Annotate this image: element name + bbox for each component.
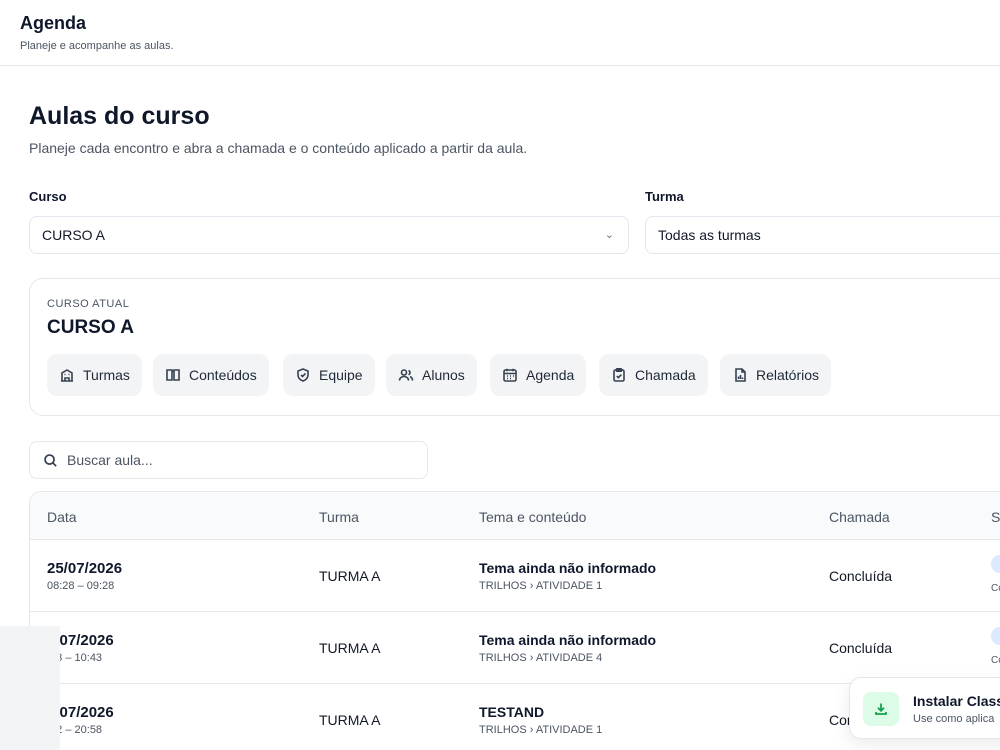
- turma-label: Turma: [645, 189, 684, 204]
- chip-label: Alunos: [422, 367, 465, 383]
- chip-label: Relatórios: [756, 367, 820, 383]
- row-path: TRILHOS › ATIVIDADE 4: [479, 652, 603, 664]
- book-icon: [166, 369, 180, 381]
- current-course-card: CURSO ATUAL CURSO A Turmas Conteúdos Equ…: [29, 278, 1000, 416]
- row-date: 25/07/2026: [47, 560, 123, 577]
- download-icon: [875, 703, 887, 715]
- curso-label: Curso: [29, 189, 67, 204]
- overlay-panel: [0, 626, 60, 750]
- chip-label: Agenda: [526, 367, 575, 383]
- install-title: Instalar Class: [913, 693, 1000, 709]
- table-header: Data Turma Tema e conteúdo Chamada Si: [30, 492, 1000, 540]
- chip-label: Conteúdos: [189, 367, 257, 383]
- status-badge: [991, 627, 1000, 645]
- row-tema: Tema ainda não informado: [479, 560, 657, 576]
- shield-icon: [297, 368, 309, 382]
- page-subtitle: Planeje cada encontro e abra a chamada e…: [29, 140, 528, 156]
- report-icon: [735, 368, 746, 382]
- column-header-chamada[interactable]: Chamada: [829, 509, 890, 525]
- column-header-turma[interactable]: Turma: [319, 509, 359, 525]
- row-chamada: Concluída: [829, 640, 893, 656]
- users-icon: [398, 369, 414, 381]
- table-row[interactable]: 5/07/2026 :43 – 10:43 TURMA A Tema ainda…: [30, 612, 1000, 684]
- chip-chamada[interactable]: Chamada: [599, 354, 708, 396]
- chip-alunos[interactable]: Alunos: [386, 354, 477, 396]
- chip-label: Chamada: [635, 367, 696, 383]
- chip-label: Equipe: [319, 367, 363, 383]
- row-time: 08:28 – 09:28: [47, 580, 115, 592]
- app-subtitle: Planeje e acompanhe as aulas.: [20, 40, 174, 52]
- search-box: [29, 441, 428, 479]
- turma-select[interactable]: Todas as turmas: [645, 216, 1000, 254]
- install-icon-wrap: [863, 692, 899, 726]
- chip-agenda[interactable]: Agenda: [490, 354, 587, 396]
- row-turma: TURMA A: [319, 640, 381, 656]
- turma-select-value: Todas as turmas: [658, 227, 761, 243]
- column-header-tema[interactable]: Tema e conteúdo: [479, 509, 586, 525]
- row-status-text: Co: [991, 655, 1000, 666]
- page-title: Aulas do curso: [29, 102, 210, 130]
- search-input[interactable]: [67, 442, 417, 478]
- status-badge: [991, 555, 1000, 573]
- chip-label: Turmas: [83, 367, 130, 383]
- building-icon: [61, 369, 73, 382]
- chevron-down-icon: ⌄: [604, 229, 614, 241]
- row-tema: TESTAND: [479, 704, 545, 720]
- column-header-data[interactable]: Data: [47, 509, 77, 525]
- table-row[interactable]: 25/07/2026 08:28 – 09:28 TURMA A Tema ai…: [30, 540, 1000, 612]
- row-status-text: Co: [991, 583, 1000, 594]
- row-path: TRILHOS › ATIVIDADE 1: [479, 580, 603, 592]
- course-name: CURSO A: [47, 317, 134, 338]
- row-turma: TURMA A: [319, 568, 381, 584]
- row-chamada: Concluída: [829, 568, 893, 584]
- curso-select-value: CURSO A: [42, 227, 106, 243]
- search-icon: [44, 454, 57, 467]
- course-kicker: CURSO ATUAL: [47, 298, 130, 310]
- app-title: Agenda: [20, 13, 87, 33]
- row-turma: TURMA A: [319, 712, 381, 728]
- clipboard-check-icon: [613, 367, 625, 382]
- install-subtitle: Use como aplica: [913, 713, 995, 725]
- chip-turmas[interactable]: Turmas: [47, 354, 142, 396]
- calendar-icon: [503, 368, 517, 382]
- install-app-prompt[interactable]: Instalar Class Use como aplica: [849, 677, 1000, 739]
- row-path: TRILHOS › ATIVIDADE 1: [479, 724, 603, 736]
- chip-equipe[interactable]: Equipe: [283, 354, 375, 396]
- chip-relatorios[interactable]: Relatórios: [720, 354, 832, 396]
- column-header-status[interactable]: Si: [991, 509, 1000, 525]
- top-bar: Agenda Planeje e acompanhe as aulas.: [0, 0, 1000, 66]
- curso-select[interactable]: CURSO A ⌄: [29, 216, 629, 254]
- row-tema: Tema ainda não informado: [479, 632, 657, 648]
- chip-conteudos[interactable]: Conteúdos: [153, 354, 269, 396]
